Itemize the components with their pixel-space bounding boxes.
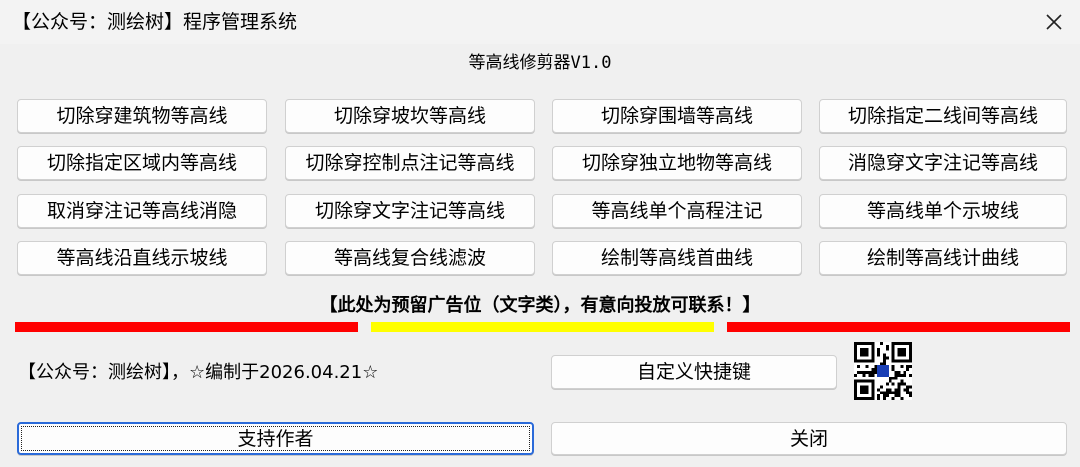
window-title: 【公众号：测绘树】程序管理系统 — [12, 11, 298, 33]
function-button[interactable]: 等高线沿直线示坡线 — [17, 241, 267, 275]
function-button[interactable]: 切除穿坡坎等高线 — [285, 99, 535, 133]
function-button[interactable]: 等高线复合线滤波 — [285, 241, 535, 275]
function-button[interactable]: 消隐穿文字注记等高线 — [819, 146, 1067, 180]
function-button[interactable]: 切除指定二线间等高线 — [819, 99, 1067, 133]
qr-code-icon — [853, 342, 913, 400]
title-bar: 【公众号：测绘树】程序管理系统 — [0, 0, 1080, 44]
function-button[interactable]: 取消穿注记等高线消隐 — [17, 194, 267, 228]
support-author-button[interactable]: 支持作者 — [17, 422, 534, 455]
custom-shortcut-button[interactable]: 自定义快捷键 — [551, 355, 837, 389]
ad-banner-text: 【此处为预留广告位（文字类），有意向投放可联系！】 — [319, 295, 761, 316]
ad-color-bar-right — [727, 322, 1070, 332]
function-button[interactable]: 绘制等高线计曲线 — [819, 241, 1067, 275]
window-close-button[interactable] — [1034, 4, 1074, 40]
function-button[interactable]: 切除指定区域内等高线 — [17, 146, 267, 180]
function-button[interactable]: 等高线单个示坡线 — [819, 194, 1067, 228]
ad-color-bar-middle — [371, 322, 714, 332]
function-button[interactable]: 切除穿文字注记等高线 — [285, 194, 535, 228]
function-button[interactable]: 切除穿围墙等高线 — [552, 99, 802, 133]
app-subtitle: 等高线修剪器V1.0 — [468, 53, 612, 73]
footer-info: 【公众号：测绘树】，☆编制于2026.04.21☆ — [18, 362, 379, 383]
function-button[interactable]: 切除穿控制点注记等高线 — [285, 146, 535, 180]
function-button[interactable]: 等高线单个高程注记 — [552, 194, 802, 228]
function-button[interactable]: 切除穿独立地物等高线 — [552, 146, 802, 180]
function-button[interactable]: 绘制等高线首曲线 — [552, 241, 802, 275]
ad-color-bar-left — [15, 322, 358, 332]
close-button[interactable]: 关闭 — [551, 422, 1067, 455]
close-icon — [1046, 14, 1062, 30]
function-button[interactable]: 切除穿建筑物等高线 — [17, 99, 267, 133]
